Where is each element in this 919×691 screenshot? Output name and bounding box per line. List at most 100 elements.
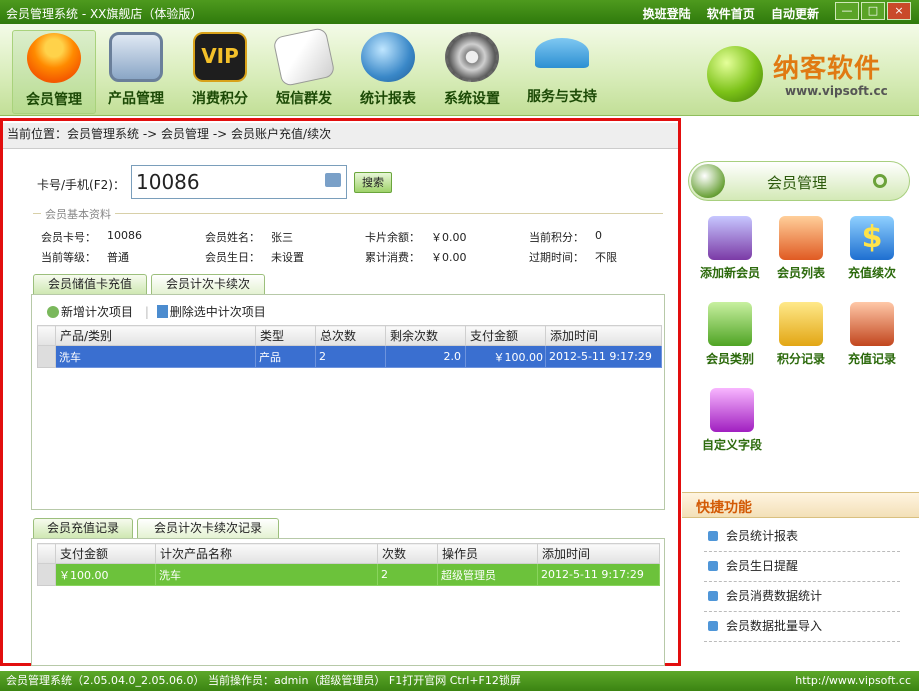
side-item-custom-fields[interactable]: 自定义字段 bbox=[694, 388, 770, 453]
card-search-input[interactable]: 10086 bbox=[131, 165, 347, 199]
field-card-value: 10086 bbox=[107, 229, 142, 242]
maximize-button[interactable]: □ bbox=[861, 2, 885, 20]
toolbar-system-settings[interactable]: 系统设置 bbox=[430, 30, 514, 114]
toolbar-label: 会员管理 bbox=[26, 92, 82, 108]
tab-stored-value-recharge[interactable]: 会员储值卡充值 bbox=[33, 274, 147, 294]
records-table: 支付金额 计次产品名称 次数 操作员 添加时间 ￥100.00 洗车 2 超级管… bbox=[37, 543, 660, 586]
status-text: 会员管理系统（2.05.04.0_2.05.06.0） 当前操作员：admin（… bbox=[6, 674, 521, 687]
quick-item-label: 会员统计报表 bbox=[726, 529, 799, 543]
side-item-label: 充值记录 bbox=[847, 352, 896, 366]
delete-item-button[interactable]: 删除选中计次项目 bbox=[156, 305, 266, 319]
toolbar-sms-broadcast[interactable]: 短信群发 bbox=[262, 26, 346, 114]
toolbar-service-support[interactable]: 服务与支持 bbox=[518, 30, 606, 114]
tab-count-card-renew[interactable]: 会员计次卡续次 bbox=[151, 274, 265, 294]
quick-item-consumption-stats[interactable]: 会员消费数据统计 bbox=[704, 582, 900, 612]
monitor-icon bbox=[109, 32, 163, 82]
side-item-points-record[interactable]: 积分记录 bbox=[765, 302, 837, 367]
table-header: 支付金额 计次产品名称 次数 操作员 添加时间 bbox=[37, 543, 660, 564]
member-info-group: 会员基本资料 bbox=[33, 205, 663, 222]
header-cell[interactable]: 添加时间 bbox=[537, 543, 660, 564]
knob-icon bbox=[691, 164, 725, 198]
header-cell[interactable]: 支付金额 bbox=[55, 543, 156, 564]
pin-icon bbox=[708, 621, 718, 631]
switch-login-link[interactable]: 换班登陆 bbox=[643, 7, 691, 21]
status-bar: 会员管理系统（2.05.04.0_2.05.06.0） 当前操作员：admin（… bbox=[0, 671, 919, 691]
field-points-label: 当前积分： bbox=[529, 231, 584, 244]
toolbar-product-management[interactable]: 产品管理 bbox=[94, 30, 178, 114]
search-button[interactable]: 搜索 bbox=[354, 172, 392, 193]
side-item-add-member[interactable]: 添加新会员 bbox=[694, 216, 766, 281]
minimize-button[interactable]: — bbox=[835, 2, 859, 20]
header-cell[interactable]: 类型 bbox=[255, 325, 316, 346]
status-url[interactable]: http://www.vipsoft.cc bbox=[795, 671, 911, 691]
header-cell[interactable]: 剩余次数 bbox=[385, 325, 466, 346]
toolbar-label: 产品管理 bbox=[108, 91, 164, 107]
window-title: 会员管理系统 - XX旗舰店（体验版） bbox=[6, 7, 203, 21]
side-item-member-list[interactable]: 会员列表 bbox=[765, 216, 837, 281]
cell: 2012-5-11 9:17:29 bbox=[545, 345, 662, 368]
side-item-recharge[interactable]: $ 充值续次 bbox=[836, 216, 908, 281]
header-cell[interactable]: 操作员 bbox=[437, 543, 538, 564]
toolbar-member-management[interactable]: 会员管理 bbox=[12, 30, 96, 114]
table-header: 产品/类别 类型 总次数 剩余次数 支付金额 添加时间 bbox=[37, 325, 662, 346]
quick-item-label: 会员生日提醒 bbox=[726, 559, 799, 573]
side-item-label: 自定义字段 bbox=[701, 438, 762, 452]
cell: 洗车 bbox=[155, 563, 378, 586]
toolbar-label: 短信群发 bbox=[276, 91, 332, 107]
add-item-button[interactable]: 新增计次项目 bbox=[47, 305, 133, 319]
side-panel-header: 会员管理 bbox=[688, 161, 910, 201]
reader-icon[interactable] bbox=[325, 173, 341, 187]
field-name-value: 张三 bbox=[271, 231, 293, 244]
cell[interactable]: ￥100.00 bbox=[465, 345, 546, 368]
main-toolbar: 会员管理 产品管理 VIP 消费积分 短信群发 统计报表 系统设置 服务与支持 … bbox=[0, 24, 919, 116]
cell: 2 bbox=[315, 345, 386, 368]
header-cell[interactable]: 总次数 bbox=[315, 325, 386, 346]
count-items-table: 产品/类别 类型 总次数 剩余次数 支付金额 添加时间 洗车 产品 2 2.0 … bbox=[37, 325, 662, 368]
header-cell[interactable]: 产品/类别 bbox=[55, 325, 256, 346]
table-row[interactable]: 洗车 产品 2 2.0 ￥100.00 2012-5-11 9:17:29 bbox=[37, 345, 662, 368]
delete-item-label: 删除选中计次项目 bbox=[169, 305, 266, 319]
toolbar-label: 消费积分 bbox=[192, 91, 248, 107]
toolbar-consumption-points[interactable]: VIP 消费积分 bbox=[178, 30, 262, 114]
trash-icon bbox=[156, 305, 168, 318]
category-icon bbox=[708, 302, 752, 346]
header-cell[interactable]: 支付金额 bbox=[465, 325, 546, 346]
quick-item-batch-import[interactable]: 会员数据批量导入 bbox=[704, 612, 900, 642]
field-birthday-value: 未设置 bbox=[271, 251, 304, 264]
cell: 2 bbox=[377, 563, 438, 586]
quick-item-member-stats[interactable]: 会员统计报表 bbox=[704, 522, 900, 552]
side-item-member-category[interactable]: 会员类别 bbox=[694, 302, 766, 367]
table-row[interactable]: ￥100.00 洗车 2 超级管理员 2012-5-11 9:17:29 bbox=[37, 563, 660, 586]
cell[interactable]: 2.0 bbox=[385, 345, 466, 368]
cell: ￥100.00 bbox=[55, 563, 156, 586]
globe-clock-icon bbox=[361, 32, 415, 82]
breadcrumb: 当前位置：会员管理系统 -> 会员管理 -> 会员账户充值/续次 bbox=[3, 123, 678, 149]
card-search-label: 卡号/手机(F2)： bbox=[37, 178, 125, 192]
gear-icon bbox=[445, 32, 499, 82]
side-item-label: 积分记录 bbox=[776, 352, 825, 366]
close-button[interactable]: × bbox=[887, 2, 911, 20]
pin-icon bbox=[708, 531, 718, 541]
header-cell[interactable]: 计次产品名称 bbox=[155, 543, 378, 564]
side-item-label: 会员列表 bbox=[776, 266, 825, 280]
toolbar-statistics[interactable]: 统计报表 bbox=[346, 30, 430, 114]
quick-item-label: 会员消费数据统计 bbox=[726, 589, 823, 603]
tab-recharge-records[interactable]: 会员充值记录 bbox=[33, 518, 133, 538]
field-expiry-value: 不限 bbox=[595, 251, 617, 264]
logo-name: 纳客软件 bbox=[773, 54, 882, 84]
toolbar-label: 统计报表 bbox=[360, 91, 416, 107]
auto-update-link[interactable]: 自动更新 bbox=[771, 7, 819, 21]
vip-card-icon: VIP bbox=[193, 32, 247, 82]
header-cell[interactable]: 添加时间 bbox=[545, 325, 662, 346]
members-icon bbox=[27, 33, 81, 83]
title-links: 换班登陆 软件首页 自动更新 bbox=[631, 5, 819, 22]
quick-item-label: 会员数据批量导入 bbox=[726, 619, 823, 633]
side-item-label: 添加新会员 bbox=[699, 266, 760, 280]
row-marker bbox=[37, 563, 56, 586]
cell: 产品 bbox=[255, 345, 316, 368]
side-item-recharge-record[interactable]: 充值记录 bbox=[836, 302, 908, 367]
header-cell[interactable]: 次数 bbox=[377, 543, 438, 564]
software-home-link[interactable]: 软件首页 bbox=[707, 7, 755, 21]
quick-item-birthday-reminder[interactable]: 会员生日提醒 bbox=[704, 552, 900, 582]
tab-renew-records[interactable]: 会员计次卡续次记录 bbox=[137, 518, 279, 538]
